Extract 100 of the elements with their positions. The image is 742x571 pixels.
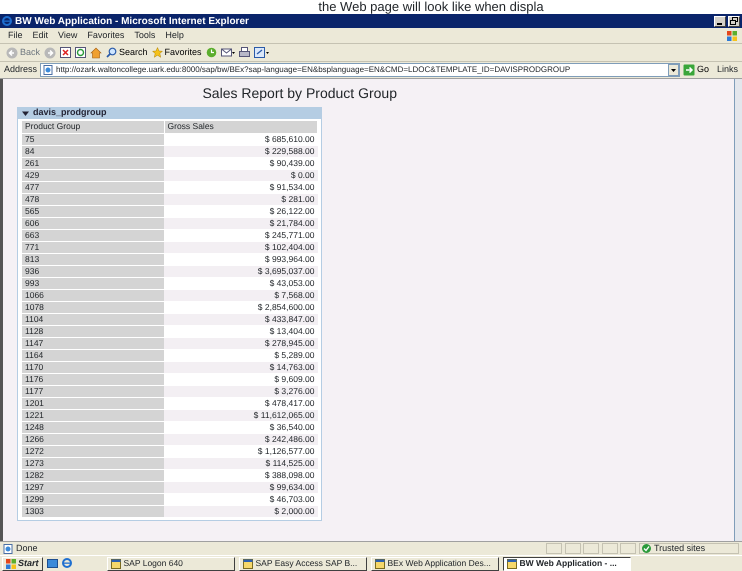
table-cell: $ 278,945.00 [164, 337, 318, 349]
scrollbar[interactable] [734, 79, 742, 541]
table-cell: $ 114,525.00 [164, 457, 318, 469]
restore-button[interactable] [728, 16, 740, 26]
status-pane [620, 543, 636, 554]
table-cell: 1104 [22, 313, 164, 325]
stop-icon[interactable] [60, 47, 72, 58]
table-cell: $ 43,053.00 [164, 277, 318, 289]
page-icon [43, 65, 54, 75]
menu-item[interactable]: Tools [130, 28, 160, 42]
column-header: Product Group [22, 121, 164, 133]
windows-logo-icon [726, 30, 738, 42]
window-icon [242, 558, 253, 568]
table-cell: $ 7,568.00 [164, 289, 318, 301]
window-icon [374, 558, 385, 568]
back-button[interactable]: Back [6, 46, 40, 60]
table-cell: $ 26,122.00 [164, 205, 318, 217]
table-cell: 1170 [22, 361, 164, 373]
table-cell: 813 [22, 253, 164, 265]
table-cell: 1147 [22, 337, 164, 349]
table-cell: $ 242,486.00 [164, 433, 318, 445]
window-icon [110, 558, 121, 568]
table-cell: $ 9,609.00 [164, 373, 318, 385]
table-cell: 1164 [22, 349, 164, 361]
status-text: Done [16, 542, 38, 555]
table-cell: $ 2,000.00 [164, 505, 318, 517]
menu-item[interactable]: Edit [28, 28, 52, 42]
table-cell: 1066 [22, 289, 164, 301]
taskbar-button[interactable]: BEx Web Application Des... [370, 556, 499, 570]
taskbar-button[interactable]: BW Web Application - ... [502, 556, 631, 570]
table-cell: 478 [22, 193, 164, 205]
table-cell: 75 [22, 133, 164, 145]
table-cell: $ 433,847.00 [164, 313, 318, 325]
windows-logo-icon [6, 558, 16, 568]
history-icon[interactable] [206, 47, 217, 58]
star-icon [152, 47, 163, 58]
minimize-button[interactable] [714, 16, 726, 26]
table-cell: 565 [22, 205, 164, 217]
window-icon [506, 558, 517, 568]
table-cell: 1297 [22, 481, 164, 493]
table-cell: $ 13,404.00 [164, 325, 318, 337]
table-cell: $ 281.00 [164, 193, 318, 205]
table-cell: 936 [22, 265, 164, 277]
table-cell: $ 91,534.00 [164, 181, 318, 193]
menu-item[interactable]: Help [161, 28, 188, 42]
table-cell: $ 388,098.00 [164, 469, 318, 481]
start-button[interactable]: Start [2, 556, 43, 570]
dropdown-icon[interactable] [668, 64, 679, 76]
table-cell: $ 46,703.00 [164, 493, 318, 505]
ie-icon [2, 16, 12, 26]
window-title: BW Web Application - Microsoft Internet Explorer [15, 14, 249, 28]
favorites-button[interactable]: Favorites [152, 46, 202, 60]
table-cell: $ 993,964.00 [164, 253, 318, 265]
table-cell: 1201 [22, 397, 164, 409]
search-icon [106, 47, 118, 58]
table-cell: $ 478,417.00 [164, 397, 318, 409]
address-label: Address [4, 63, 38, 76]
column-header: Gross Sales [164, 121, 318, 133]
table-cell: 993 [22, 277, 164, 289]
edit-icon[interactable] [254, 47, 269, 58]
table-cell: 606 [22, 217, 164, 229]
table-cell: 1303 [22, 505, 164, 517]
go-button[interactable]: Go [682, 63, 709, 77]
table-cell: 1282 [22, 469, 164, 481]
table-cell: $ 36,540.00 [164, 421, 318, 433]
table-cell: 84 [22, 145, 164, 157]
menu-item[interactable]: View [54, 28, 82, 42]
table-cell: $ 685,610.00 [164, 133, 318, 145]
menu-item[interactable]: File [4, 28, 27, 42]
group-header[interactable]: davis_prodgroup [18, 107, 321, 119]
table-cell: 1078 [22, 301, 164, 313]
table-cell: $ 1,126,577.00 [164, 445, 318, 457]
table-cell: $ 21,784.00 [164, 217, 318, 229]
table-cell: 1221 [22, 409, 164, 421]
search-button[interactable]: Search [106, 46, 148, 60]
ie-icon[interactable] [62, 558, 73, 569]
table-cell: 771 [22, 241, 164, 253]
go-arrow-icon [682, 64, 695, 76]
table-cell: $ 245,771.00 [164, 229, 318, 241]
printer-icon[interactable] [238, 47, 250, 58]
mail-icon[interactable] [220, 47, 235, 58]
home-icon[interactable] [90, 46, 102, 58]
table-cell: 1272 [22, 445, 164, 457]
menu-item[interactable]: Favorites [83, 28, 128, 42]
report-title: Sales Report by Product Group [201, 84, 397, 103]
refresh-icon[interactable] [75, 47, 86, 58]
links-button[interactable]: Links [716, 63, 738, 77]
caption-text: the Web page will look like when displa [317, 0, 545, 14]
table-cell: 663 [22, 229, 164, 241]
table-cell: 1248 [22, 421, 164, 433]
table-cell: 261 [22, 157, 164, 169]
table-cell: $ 0.00 [164, 169, 318, 181]
desktop-icon[interactable] [46, 558, 58, 569]
table-cell: 429 [22, 169, 164, 181]
taskbar-button[interactable]: SAP Logon 640 [106, 556, 235, 570]
table-cell: 1176 [22, 373, 164, 385]
table-cell: 1266 [22, 433, 164, 445]
address-field[interactable]: http://ozark.waltoncollege.uark.edu:8000/sap/bw/BEx?sap-language=EN&bsplanguage=EN&CMD=LDOC&TEMPLATE_ID=DAVISPRODGROUP [40, 63, 680, 77]
taskbar-button[interactable]: SAP Easy Access SAP B... [238, 556, 367, 570]
restore-icon [730, 17, 738, 25]
